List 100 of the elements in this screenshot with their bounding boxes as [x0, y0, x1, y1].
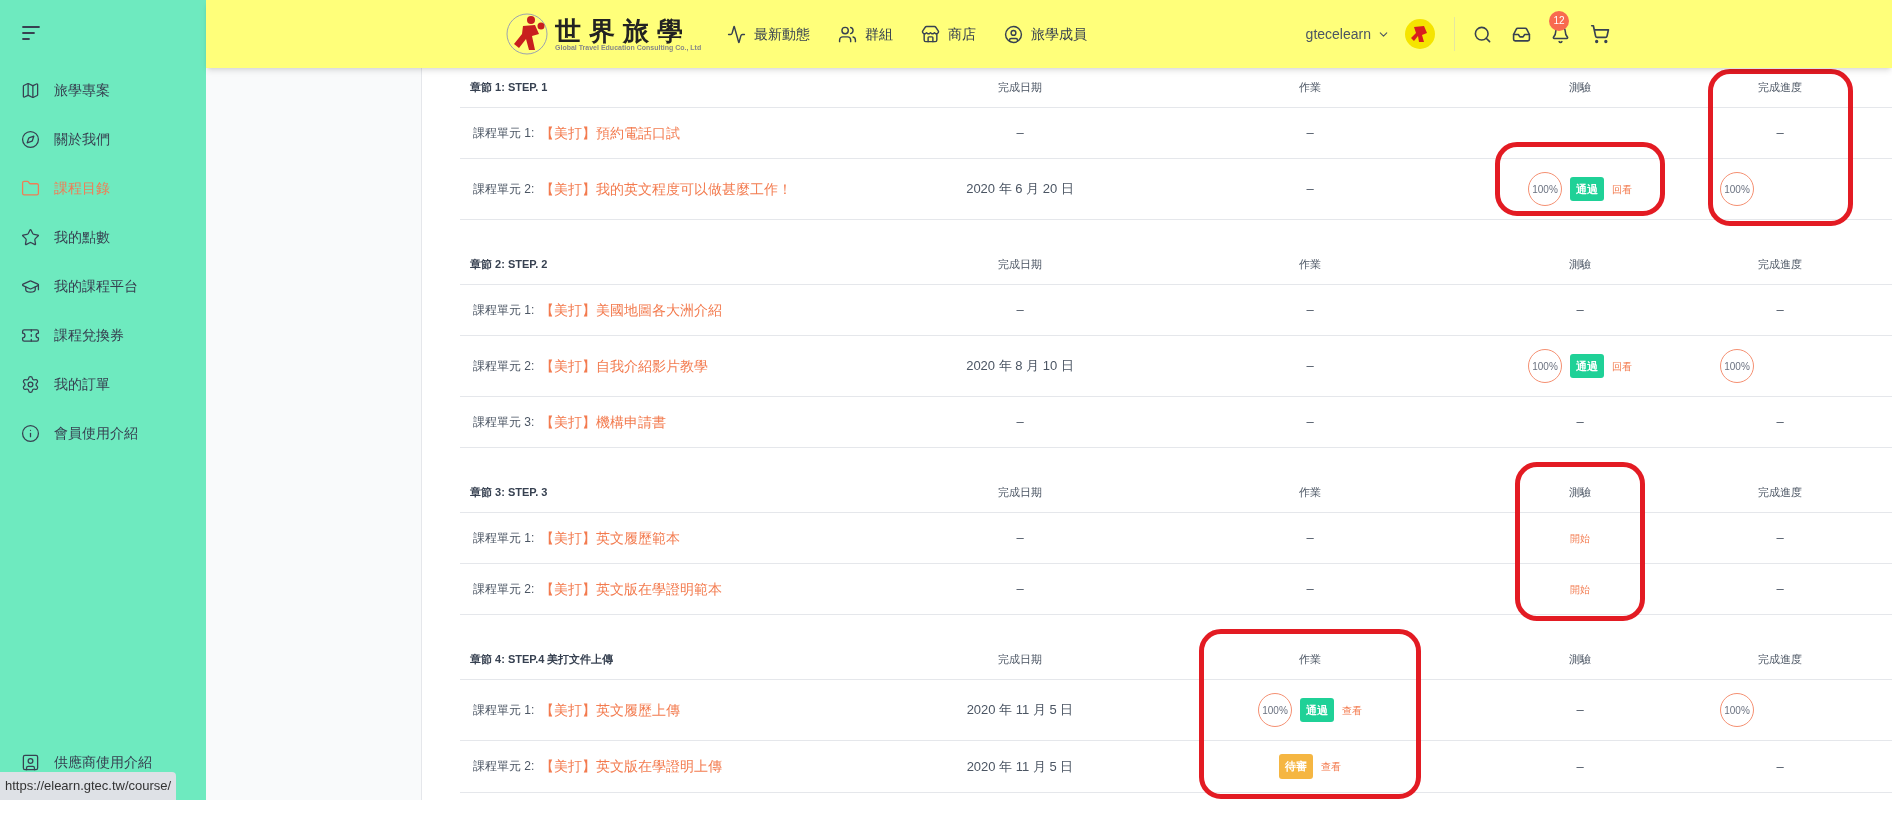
unit-title-link[interactable]: 【美打】預約電話口試 — [540, 122, 681, 144]
table-cell-text: – — [1576, 757, 1584, 776]
column-header: 完成日期 — [997, 652, 1043, 668]
unit-label: 課程單元 1: — [473, 530, 535, 547]
table-cell-text: – — [1576, 413, 1584, 432]
unit-title-link[interactable]: 【美打】英文履歷上傳 — [540, 699, 681, 721]
column-header: 作業 — [1298, 80, 1322, 96]
column-header: 測驗 — [1568, 257, 1592, 273]
unit-title-link[interactable]: 【美打】英文履歷範本 — [540, 527, 681, 549]
info-icon — [21, 424, 40, 443]
sidebar-item[interactable]: 我的訂單 — [0, 360, 206, 409]
unit-label: 課程單元 1: — [473, 125, 535, 142]
graduation-cap-icon — [21, 277, 40, 296]
store-icon — [921, 24, 941, 44]
unit-title-link[interactable]: 【美打】機構申請書 — [540, 411, 667, 433]
sidebar-item[interactable]: 旅學專案 — [0, 66, 206, 115]
table-cell-text: – — [1016, 413, 1024, 432]
column-header: 完成進度 — [1757, 257, 1803, 273]
nav-link[interactable]: 群組 — [838, 23, 894, 45]
table-cell-text: – — [1306, 529, 1314, 548]
unit-label: 課程單元 2: — [473, 758, 535, 776]
column-header: 完成進度 — [1757, 485, 1803, 501]
table-cell-text: – — [1776, 529, 1784, 548]
unit-title-link[interactable]: 【美打】我的英文程度可以做甚麼工作！ — [540, 178, 793, 200]
table-cell-text: – — [1576, 701, 1584, 720]
chapter-title: 章節 3: STEP. 3 — [469, 485, 549, 501]
table-cell-text: – — [1016, 529, 1024, 548]
table-cell-text: – — [1306, 357, 1314, 376]
table-cell-text: – — [1306, 301, 1314, 320]
table-cell-text: – — [1776, 124, 1784, 143]
view-link[interactable]: 查看 — [1321, 758, 1341, 774]
settings-icon — [21, 375, 40, 394]
column-header: 測驗 — [1568, 652, 1592, 668]
folder-icon — [21, 179, 40, 198]
column-header: 作業 — [1298, 652, 1322, 668]
table-cell-text: – — [1016, 301, 1024, 320]
unit-title-link[interactable]: 【美打】英文版在學證明範本 — [540, 578, 723, 600]
chapter-title: 章節 1: STEP. 1 — [469, 80, 549, 96]
sidebar-item[interactable]: 課程兌換券 — [0, 311, 206, 360]
table-cell-text: – — [1776, 413, 1784, 432]
nav-link[interactable]: 商店 — [921, 23, 977, 45]
table-cell-text: 2020 年 11 月 5 日 — [966, 701, 1074, 720]
column-header: 完成進度 — [1757, 80, 1803, 96]
status-badge: 通過 — [1300, 697, 1334, 723]
column-header: 完成進度 — [1757, 652, 1803, 668]
status-badge: 通過 — [1570, 176, 1604, 202]
cart-icon[interactable] — [1590, 24, 1610, 44]
table-cell-text: – — [1776, 301, 1784, 320]
inbox-icon[interactable] — [1512, 24, 1531, 44]
user-circle-icon — [1004, 24, 1024, 44]
sidebar-item[interactable]: 我的課程平台 — [0, 262, 206, 311]
sidebar-item[interactable]: 我的點數 — [0, 213, 206, 262]
users-icon — [838, 24, 858, 44]
table-cell-text: – — [1306, 124, 1314, 143]
sidebar-item[interactable]: 會員使用介紹 — [0, 409, 206, 458]
sidebar-item[interactable]: 關於我們 — [0, 115, 206, 164]
column-header: 測驗 — [1568, 485, 1592, 501]
unit-title-link[interactable]: 【美打】美國地圖各大洲介紹 — [540, 299, 723, 321]
start-link[interactable]: 開始 — [1570, 581, 1590, 597]
ticket-icon — [21, 326, 40, 345]
contact-card-icon — [21, 753, 40, 772]
status-badge: 通過 — [1570, 353, 1604, 379]
table-cell-text: – — [1576, 301, 1584, 320]
logo-title: 世界旅學 — [555, 17, 691, 44]
unit-label: 課程單元 3: — [473, 414, 535, 431]
column-header: 測驗 — [1568, 80, 1592, 96]
column-header: 完成日期 — [997, 257, 1043, 273]
table-cell-text: – — [1776, 580, 1784, 599]
unit-label: 課程單元 2: — [473, 358, 535, 375]
nav-link[interactable]: 旅學成員 — [1004, 23, 1088, 45]
search-icon[interactable] — [1473, 24, 1492, 44]
table-cell-text: – — [1016, 124, 1024, 143]
view-link[interactable]: 回看 — [1612, 358, 1632, 374]
column-header: 作業 — [1298, 257, 1322, 273]
sidebar-item[interactable]: 課程目錄 — [0, 164, 206, 213]
status-badge: 待審 — [1279, 754, 1313, 779]
unit-title-link[interactable]: 【美打】自我介紹影片教學 — [540, 355, 709, 377]
activity-icon — [727, 24, 747, 44]
user-menu[interactable]: gtecelearn — [1305, 23, 1390, 45]
table-cell-text: – — [1776, 757, 1784, 776]
table-cell-text: – — [1306, 413, 1314, 432]
unit-label: 課程單元 1: — [473, 302, 535, 319]
compass-icon — [21, 130, 40, 149]
nav-link[interactable]: 最新動態 — [727, 23, 811, 45]
table-cell-text: 2020 年 6 月 20 日 — [966, 180, 1074, 199]
unit-label: 課程單元 2: — [473, 581, 535, 598]
avatar[interactable] — [1404, 18, 1436, 50]
menu-icon[interactable] — [22, 26, 40, 40]
unit-title-link[interactable]: 【美打】英文版在學證明上傳 — [540, 755, 723, 777]
column-header: 完成日期 — [997, 485, 1043, 501]
table-cell-text: 2020 年 8 月 10 日 — [966, 357, 1074, 376]
status-url-tooltip: https://elearn.gtec.tw/course/ — [0, 772, 177, 800]
view-link[interactable]: 查看 — [1342, 702, 1362, 718]
start-link[interactable]: 開始 — [1570, 530, 1590, 546]
map-icon — [21, 81, 40, 100]
view-link[interactable]: 回看 — [1612, 181, 1632, 197]
chapter-title: 章節 4: STEP.4 美打文件上傳 — [469, 652, 615, 668]
column-header: 完成日期 — [997, 80, 1043, 96]
column-header: 作業 — [1298, 485, 1322, 501]
unit-label: 課程單元 1: — [473, 702, 535, 719]
